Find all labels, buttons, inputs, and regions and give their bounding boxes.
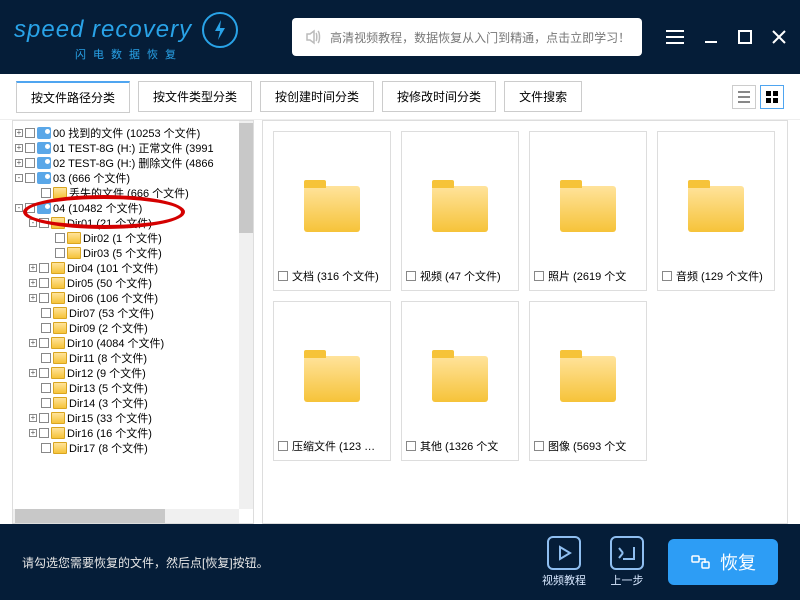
tab-type[interactable]: 按文件类型分类 [138, 81, 252, 112]
folder-card[interactable]: 图像 (5693 个文 [529, 301, 647, 461]
card-label: 压缩文件 (123 … [292, 438, 375, 454]
app-logo: speed recovery 闪电数据恢复 [14, 12, 238, 62]
tree-node[interactable]: Dir11 (8 个文件) [15, 350, 251, 365]
view-list-icon[interactable] [732, 85, 756, 109]
view-grid-icon[interactable] [760, 85, 784, 109]
tree-node[interactable]: Dir17 (8 个文件) [15, 440, 251, 455]
tree-node[interactable]: Dir07 (53 个文件) [15, 305, 251, 320]
tree-node[interactable]: +01 TEST-8G (H:) 正常文件 (3991 [15, 140, 251, 155]
tree-hscroll[interactable] [13, 509, 239, 523]
checkbox[interactable] [534, 271, 544, 281]
folder-icon [560, 186, 616, 232]
promo-banner[interactable]: 高清视频教程，数据恢复从入门到精通，点击立即学习！ [292, 18, 642, 56]
tab-search[interactable]: 文件搜索 [504, 81, 582, 112]
tree-node[interactable]: 丢失的文件 (666 个文件) [15, 185, 251, 200]
recover-icon [690, 551, 712, 573]
folder-icon [432, 356, 488, 402]
minimize-icon[interactable] [704, 30, 718, 44]
checkbox[interactable] [278, 441, 288, 451]
play-icon [547, 536, 581, 570]
tab-created[interactable]: 按创建时间分类 [260, 81, 374, 112]
tree-node[interactable]: +Dir16 (16 个文件) [15, 425, 251, 440]
tree-node[interactable]: +Dir15 (33 个文件) [15, 410, 251, 425]
brand-name: speed recovery [14, 16, 192, 44]
tree-node[interactable]: Dir02 (1 个文件) [15, 230, 251, 245]
recover-button[interactable]: 恢复 [668, 539, 778, 585]
tree-node[interactable]: +Dir04 (101 个文件) [15, 260, 251, 275]
tabs-toolbar: 按文件路径分类 按文件类型分类 按创建时间分类 按修改时间分类 文件搜索 [0, 74, 800, 120]
tree-node[interactable]: Dir09 (2 个文件) [15, 320, 251, 335]
folder-card[interactable]: 其他 (1326 个文 [401, 301, 519, 461]
tree-node[interactable]: +Dir10 (4084 个文件) [15, 335, 251, 350]
card-label: 其他 (1326 个文 [420, 438, 498, 454]
checkbox[interactable] [662, 271, 672, 281]
folder-icon [560, 356, 616, 402]
card-label: 照片 (2619 个文 [548, 268, 626, 284]
tab-modified[interactable]: 按修改时间分类 [382, 81, 496, 112]
folder-grid: 文档 (316 个文件) 视频 (47 个文件) 照片 (2619 个文 音频 (12… [262, 120, 788, 524]
card-label: 视频 (47 个文件) [420, 268, 501, 284]
folder-card[interactable]: 压缩文件 (123 … [273, 301, 391, 461]
footer-hint: 请勾选您需要恢复的文件，然后点[恢复]按钮。 [22, 554, 269, 571]
tree-node[interactable]: Dir14 (3 个文件) [15, 395, 251, 410]
tree-node[interactable]: Dir13 (5 个文件) [15, 380, 251, 395]
card-label: 文档 (316 个文件) [292, 268, 379, 284]
window-controls [666, 30, 786, 44]
folder-icon [304, 356, 360, 402]
tree-node[interactable]: +Dir05 (50 个文件) [15, 275, 251, 290]
tree-node[interactable]: -04 (10482 个文件) [15, 200, 251, 215]
folder-card[interactable]: 音频 (129 个文件) [657, 131, 775, 291]
folder-card[interactable]: 文档 (316 个文件) [273, 131, 391, 291]
folder-card[interactable]: 照片 (2619 个文 [529, 131, 647, 291]
footer: 请勾选您需要恢复的文件，然后点[恢复]按钮。 视频教程 上一步 恢复 [0, 524, 800, 600]
checkbox[interactable] [278, 271, 288, 281]
folder-icon [688, 186, 744, 232]
tree-vscroll[interactable] [239, 121, 253, 509]
tree-node[interactable]: +00 找到的文件 (10253 个文件) [15, 125, 251, 140]
bolt-icon [202, 12, 238, 48]
tree-panel: +00 找到的文件 (10253 个文件)+01 TEST-8G (H:) 正常… [12, 120, 254, 524]
promo-text: 高清视频教程，数据恢复从入门到精通，点击立即学习！ [330, 29, 630, 46]
brand-sub: 闪电数据恢复 [75, 46, 183, 62]
folder-icon [432, 186, 488, 232]
tree-node[interactable]: +Dir06 (106 个文件) [15, 290, 251, 305]
checkbox[interactable] [406, 441, 416, 451]
maximize-icon[interactable] [738, 30, 752, 44]
folder-card[interactable]: 视频 (47 个文件) [401, 131, 519, 291]
tree-node[interactable]: Dir03 (5 个文件) [15, 245, 251, 260]
back-icon [610, 536, 644, 570]
main-area: +00 找到的文件 (10253 个文件)+01 TEST-8G (H:) 正常… [0, 120, 800, 524]
card-label: 音频 (129 个文件) [676, 268, 763, 284]
tab-path[interactable]: 按文件路径分类 [16, 81, 130, 113]
tree-node[interactable]: +02 TEST-8G (H:) 删除文件 (4866 [15, 155, 251, 170]
checkbox[interactable] [406, 271, 416, 281]
tree-node[interactable]: +Dir12 (9 个文件) [15, 365, 251, 380]
tree-node[interactable]: -03 (666 个文件) [15, 170, 251, 185]
folder-icon [304, 186, 360, 232]
card-label: 图像 (5693 个文 [548, 438, 626, 454]
back-button[interactable]: 上一步 [610, 536, 644, 588]
checkbox[interactable] [534, 441, 544, 451]
video-tutorial-button[interactable]: 视频教程 [542, 536, 586, 588]
menu-icon[interactable] [666, 30, 684, 44]
speaker-icon [304, 28, 322, 46]
titlebar: speed recovery 闪电数据恢复 高清视频教程，数据恢复从入门到精通，… [0, 0, 800, 74]
close-icon[interactable] [772, 30, 786, 44]
tree-node[interactable]: -Dir01 (21 个文件) [15, 215, 251, 230]
